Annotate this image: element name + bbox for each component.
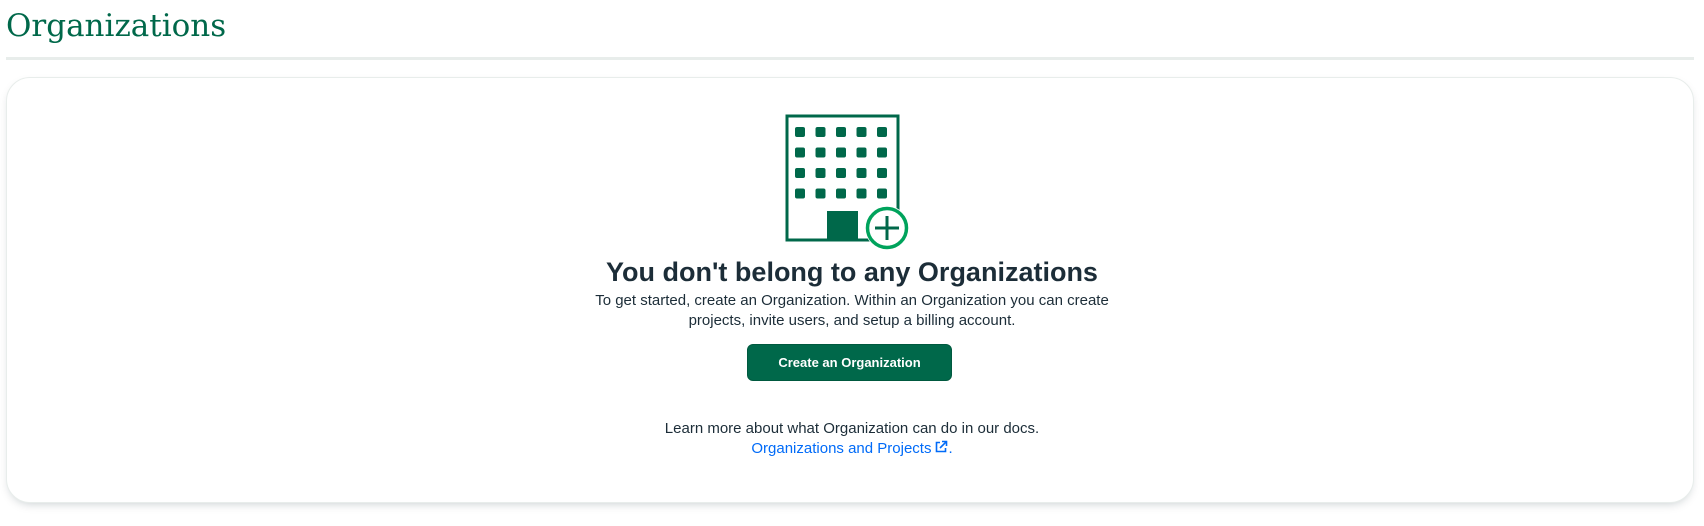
building-window — [836, 147, 846, 158]
docs-note: Learn more about what Organization can d… — [664, 420, 1040, 437]
building-window — [877, 147, 887, 158]
building-window — [856, 127, 867, 137]
empty-state-description: To get started, create an Organization. … — [552, 291, 1152, 331]
building-window — [815, 147, 826, 158]
building-window — [795, 188, 805, 199]
title-divider — [6, 57, 1694, 60]
empty-state-heading: You don't belong to any Organizations — [606, 257, 1098, 287]
building-window — [877, 188, 887, 199]
building-window — [856, 188, 867, 199]
docs-link-row: Organizations and Projects. — [0, 439, 1704, 459]
building-window — [877, 127, 887, 137]
docs-link-label: Organizations and Projects — [751, 440, 932, 457]
building-window — [836, 168, 846, 178]
building-window — [836, 127, 846, 137]
building-window — [836, 188, 846, 199]
create-organization-button[interactable]: Create an Organization — [747, 344, 952, 381]
building-window — [815, 188, 826, 199]
building-window — [856, 147, 867, 158]
building-window — [877, 168, 887, 178]
docs-link-suffix: . — [948, 440, 953, 457]
building-window — [815, 127, 826, 137]
building-add-icon — [785, 114, 909, 250]
organizations-and-projects-link[interactable]: Organizations and Projects — [751, 440, 948, 457]
building-window — [856, 168, 867, 178]
page-title: Organizations — [6, 8, 227, 44]
description-line-2: projects, invite users, and setup a bill… — [688, 312, 1016, 329]
building-window — [795, 127, 805, 137]
building-window — [815, 168, 826, 178]
building-window — [795, 147, 805, 158]
building-window — [795, 168, 805, 178]
external-link-icon — [936, 440, 948, 453]
description-line-1: To get started, create an Organization. … — [595, 292, 1109, 309]
